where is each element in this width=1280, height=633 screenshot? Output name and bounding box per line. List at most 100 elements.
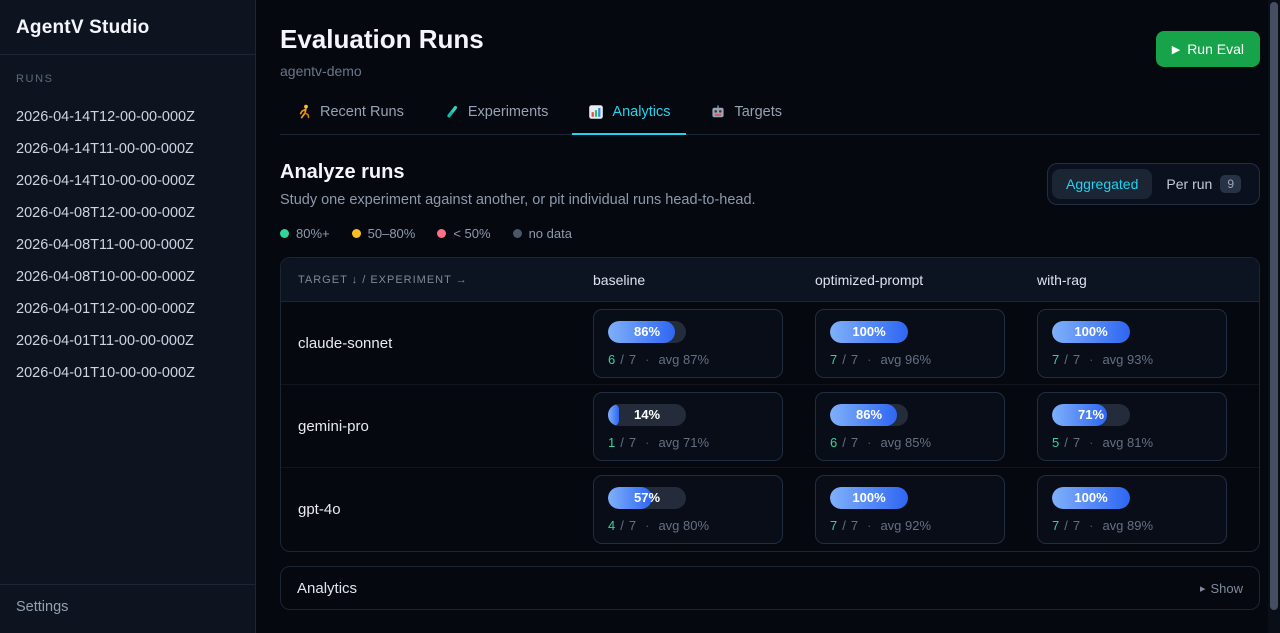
score-pill: 100% xyxy=(830,487,908,509)
sidebar-run-item[interactable]: 2026-04-08T12-00-00-000Z xyxy=(16,197,239,229)
score-card[interactable]: 100% 7 / 7 · avg 93% xyxy=(1037,309,1227,378)
analyze-header: Analyze runs Study one experiment agains… xyxy=(280,161,1260,208)
passed-count: 4 xyxy=(608,518,615,533)
show-label: Show xyxy=(1210,581,1243,596)
avg-score: avg 96% xyxy=(880,352,931,367)
sidebar-header: AgentV Studio xyxy=(0,0,255,55)
passed-count: 5 xyxy=(1052,435,1059,450)
score-pill-label: 71% xyxy=(1052,404,1130,426)
score-detail: 7 / 7 · avg 93% xyxy=(1052,352,1212,367)
tab-label: Experiments xyxy=(468,104,549,120)
sidebar-run-item[interactable]: 2026-04-01T10-00-00-000Z xyxy=(16,357,239,389)
sidebar-run-item[interactable]: 2026-04-14T12-00-00-000Z xyxy=(16,101,239,133)
tab-analytics[interactable]: Analytics xyxy=(572,104,686,135)
sidebar-run-item[interactable]: 2026-04-08T10-00-00-000Z xyxy=(16,261,239,293)
avg-score: avg 85% xyxy=(880,435,931,450)
avg-score: avg 93% xyxy=(1102,352,1153,367)
legend-label: 50–80% xyxy=(368,226,416,241)
score-card[interactable]: 57% 4 / 7 · avg 80% xyxy=(593,475,783,544)
play-icon: ▶ xyxy=(1172,43,1180,56)
score-card[interactable]: 71% 5 / 7 · avg 81% xyxy=(1037,392,1227,461)
sidebar-run-item[interactable]: 2026-04-14T10-00-00-000Z xyxy=(16,165,239,197)
test-tube-icon xyxy=(444,104,460,120)
avg-score: avg 81% xyxy=(1102,435,1153,450)
dot-separator: · xyxy=(645,435,649,450)
score-card[interactable]: 86% 6 / 7 · avg 87% xyxy=(593,309,783,378)
fraction-separator: / xyxy=(1064,518,1068,533)
target-name: claude-sonnet xyxy=(281,335,593,352)
sidebar-footer: Settings xyxy=(0,584,255,633)
toggle-per-run[interactable]: Per run 9 xyxy=(1152,168,1255,200)
score-detail: 6 / 7 · avg 87% xyxy=(608,352,768,367)
view-mode-toggle: Aggregated Per run 9 xyxy=(1047,163,1260,205)
legend-item: < 50% xyxy=(437,226,490,241)
total-count: 7 xyxy=(851,435,858,450)
total-count: 7 xyxy=(1073,518,1080,533)
settings-link[interactable]: Settings xyxy=(16,599,239,615)
tab-label: Analytics xyxy=(612,104,670,120)
score-pill: 14% xyxy=(608,404,686,426)
legend-label: 80%+ xyxy=(296,226,330,241)
score-detail: 4 / 7 · avg 80% xyxy=(608,518,768,533)
legend-item: no data xyxy=(513,226,572,241)
toggle-aggregated[interactable]: Aggregated xyxy=(1052,169,1152,199)
matrix-cell: 86% 6 / 7 · avg 85% xyxy=(815,392,1037,461)
total-count: 7 xyxy=(629,435,636,450)
legend-dot-yellow xyxy=(352,229,361,238)
page-title: Evaluation Runs xyxy=(280,24,484,55)
score-detail: 6 / 7 · avg 85% xyxy=(830,435,990,450)
target-name: gpt-4o xyxy=(281,501,593,518)
legend-dot-red xyxy=(437,229,446,238)
legend-dot-gray xyxy=(513,229,522,238)
fraction-separator: / xyxy=(842,435,846,450)
sidebar-run-item[interactable]: 2026-04-14T11-00-00-000Z xyxy=(16,133,239,165)
analytics-panel-title: Analytics xyxy=(297,580,357,597)
sidebar-run-item[interactable]: 2026-04-01T12-00-00-000Z xyxy=(16,293,239,325)
legend-item: 50–80% xyxy=(352,226,416,241)
passed-count: 7 xyxy=(1052,518,1059,533)
scrollbar-thumb[interactable] xyxy=(1270,2,1278,610)
score-pill-label: 14% xyxy=(608,404,686,426)
dot-separator: · xyxy=(1089,352,1093,367)
analyze-title: Analyze runs xyxy=(280,161,756,184)
matrix-cell: 100% 7 / 7 · avg 92% xyxy=(815,475,1037,544)
matrix-cell: 100% 7 / 7 · avg 93% xyxy=(1037,309,1259,378)
score-pill-label: 100% xyxy=(1052,487,1130,509)
total-count: 7 xyxy=(851,352,858,367)
matrix-row: gemini-pro 14% 1 / 7 · avg 71% xyxy=(281,385,1259,468)
legend-label: no data xyxy=(529,226,572,241)
analyze-description: Study one experiment against another, or… xyxy=(280,192,756,208)
passed-count: 7 xyxy=(830,518,837,533)
run-eval-button[interactable]: ▶ Run Eval xyxy=(1156,31,1260,67)
tab-recent-runs[interactable]: Recent Runs xyxy=(280,104,420,135)
dot-separator: · xyxy=(867,518,871,533)
score-pill-label: 100% xyxy=(830,321,908,343)
avg-score: avg 89% xyxy=(1102,518,1153,533)
analytics-panel-header[interactable]: Analytics ▸ Show xyxy=(280,566,1260,610)
tab-experiments[interactable]: Experiments xyxy=(428,104,565,135)
score-detail: 7 / 7 · avg 89% xyxy=(1052,518,1212,533)
score-pill-label: 100% xyxy=(830,487,908,509)
score-card[interactable]: 100% 7 / 7 · avg 96% xyxy=(815,309,1005,378)
fraction-separator: / xyxy=(842,518,846,533)
show-toggle[interactable]: ▸ Show xyxy=(1200,581,1243,596)
sidebar-run-item[interactable]: 2026-04-08T11-00-00-000Z xyxy=(16,229,239,261)
score-legend: 80%+ 50–80% < 50% no data xyxy=(280,226,1260,241)
score-card[interactable]: 14% 1 / 7 · avg 71% xyxy=(593,392,783,461)
score-detail: 1 / 7 · avg 71% xyxy=(608,435,768,450)
avg-score: avg 92% xyxy=(880,518,931,533)
score-card[interactable]: 100% 7 / 7 · avg 92% xyxy=(815,475,1005,544)
matrix-header-row: TARGET ↓ / EXPERIMENT → baseline optimiz… xyxy=(281,258,1259,302)
score-card[interactable]: 86% 6 / 7 · avg 85% xyxy=(815,392,1005,461)
score-pill: 100% xyxy=(830,321,908,343)
target-name: gemini-pro xyxy=(281,418,593,435)
tab-targets[interactable]: Targets xyxy=(694,104,798,135)
matrix-cell: 86% 6 / 7 · avg 87% xyxy=(593,309,815,378)
sidebar-run-item[interactable]: 2026-04-01T11-00-00-000Z xyxy=(16,325,239,357)
analyze-header-text: Analyze runs Study one experiment agains… xyxy=(280,161,756,208)
score-pill-label: 86% xyxy=(830,404,908,426)
score-card[interactable]: 100% 7 / 7 · avg 89% xyxy=(1037,475,1227,544)
score-pill-label: 57% xyxy=(608,487,686,509)
score-pill-label: 100% xyxy=(1052,321,1130,343)
total-count: 7 xyxy=(629,518,636,533)
